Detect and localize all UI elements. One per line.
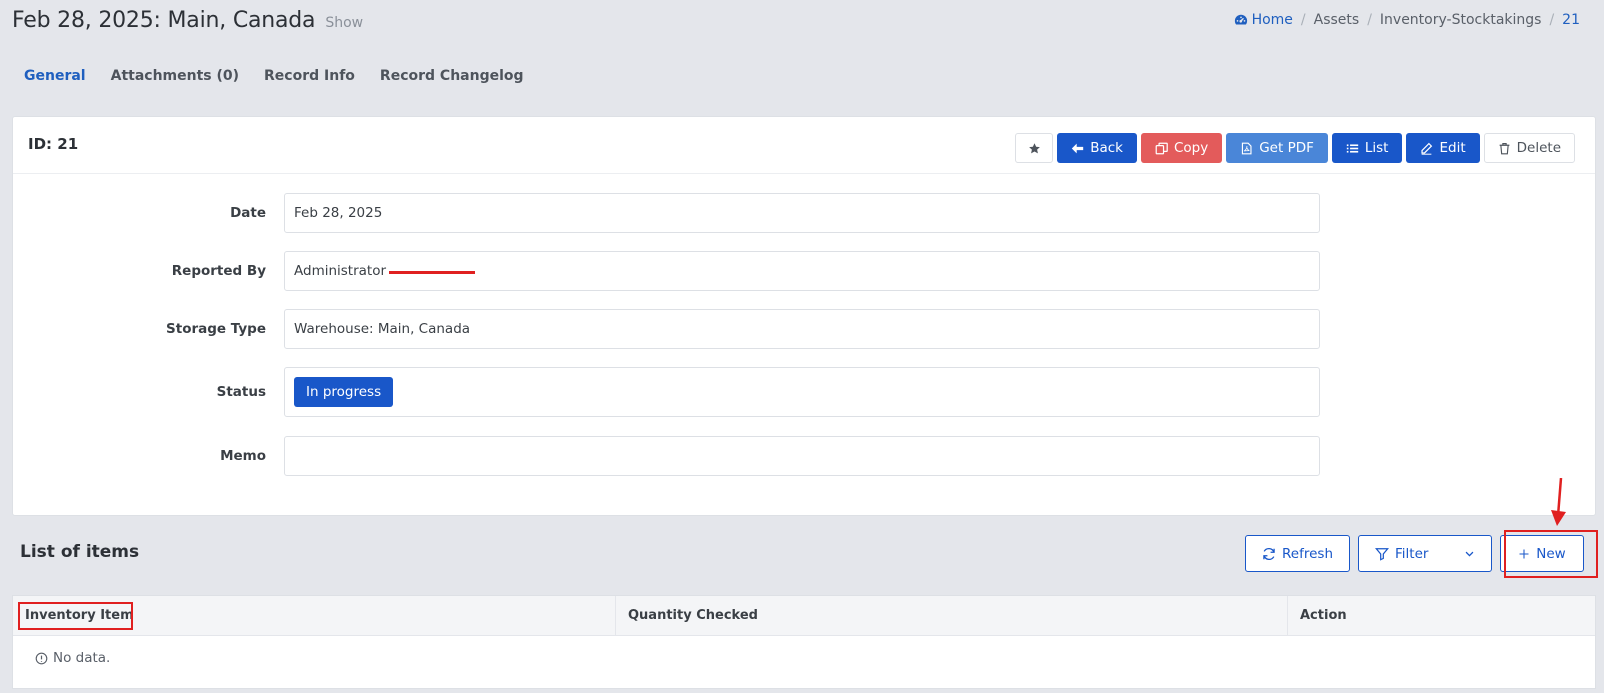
- table-header: Inventory Item Quantity Checked Action: [13, 596, 1595, 636]
- filter-label: Filter: [1395, 545, 1429, 562]
- breadcrumb-separator: /: [1367, 12, 1372, 28]
- form-row-memo: Memo: [13, 436, 1320, 476]
- storage-type-field: Warehouse: Main, Canada: [284, 309, 1320, 349]
- column-action-label: Action: [1300, 608, 1347, 623]
- card-header: ID: 21 Back Copy Get PDF List Edit Delet…: [13, 117, 1595, 174]
- annotation-arrow-icon: [1551, 478, 1566, 526]
- pencil-icon: [1421, 142, 1433, 155]
- filter-icon: [1375, 547, 1389, 561]
- column-inventory-item[interactable]: Inventory Item: [13, 596, 616, 635]
- copy-button[interactable]: Copy: [1140, 133, 1223, 163]
- form-row-storage-type: Storage Type Warehouse: Main, Canada: [13, 309, 1320, 349]
- page-title: Feb 28, 2025: Main, Canada: [12, 8, 316, 33]
- column-quantity-checked[interactable]: Quantity Checked: [616, 596, 1288, 635]
- filter-dropdown[interactable]: Filter: [1358, 535, 1492, 572]
- tab-record-changelog[interactable]: Record Changelog: [380, 68, 524, 84]
- date-value: Feb 28, 2025: [294, 205, 383, 221]
- annotation-highlight-new: [1504, 530, 1598, 578]
- status-field: In progress: [284, 367, 1320, 417]
- edit-button-label: Edit: [1439, 140, 1466, 156]
- column-action: Action: [1288, 596, 1595, 635]
- redaction-mark: [389, 270, 476, 274]
- list-icon: [1346, 143, 1359, 153]
- info-circle-icon: [35, 652, 48, 664]
- breadcrumb-home-label: Home: [1251, 12, 1293, 28]
- tab-bar: General Attachments (0) Record Info Reco…: [24, 68, 524, 84]
- items-table: Inventory Item Quantity Checked Action N…: [12, 595, 1596, 689]
- copy-icon: [1155, 142, 1168, 154]
- get-pdf-button-label: Get PDF: [1259, 140, 1314, 156]
- form-row-reported-by: Reported By Administrator: [13, 251, 1320, 291]
- copy-button-label: Copy: [1173, 140, 1209, 156]
- star-icon: [1028, 142, 1040, 153]
- tab-general[interactable]: General: [24, 68, 86, 84]
- breadcrumb-home[interactable]: Home: [1234, 12, 1293, 28]
- favorite-button[interactable]: [1015, 133, 1054, 163]
- form-row-status: Status In progress: [13, 367, 1320, 417]
- breadcrumb-separator: /: [1300, 12, 1306, 28]
- breadcrumb-inventory-stocktakings[interactable]: Inventory-Stocktakings: [1380, 12, 1542, 28]
- record-id: ID: 21: [28, 135, 79, 153]
- pdf-file-icon: [1242, 142, 1252, 154]
- delete-button-label: Delete: [1516, 140, 1561, 156]
- column-quantity-checked-label: Quantity Checked: [628, 608, 758, 623]
- delete-button[interactable]: Delete: [1483, 133, 1575, 163]
- dashboard-icon: [1234, 14, 1247, 25]
- annotation-highlight-column: [18, 602, 133, 630]
- edit-button[interactable]: Edit: [1406, 133, 1480, 163]
- breadcrumb-separator: /: [1549, 12, 1555, 28]
- memo-label: Memo: [220, 448, 266, 464]
- status-badge: In progress: [294, 377, 394, 407]
- record-card: ID: 21 Back Copy Get PDF List Edit Delet…: [12, 116, 1596, 516]
- page-subtitle: Show: [325, 15, 364, 31]
- date-label: Date: [230, 205, 266, 221]
- arrow-left-icon: [1072, 143, 1084, 153]
- list-button-label: List: [1364, 140, 1389, 156]
- tab-attachments[interactable]: Attachments (0): [111, 68, 239, 84]
- refresh-icon: [1263, 547, 1275, 560]
- empty-state: No data.: [13, 636, 1595, 680]
- list-button[interactable]: List: [1331, 133, 1403, 163]
- breadcrumb-assets[interactable]: Assets: [1314, 12, 1360, 28]
- empty-state-text: No data.: [53, 650, 111, 666]
- breadcrumb-current: 21: [1562, 12, 1580, 28]
- trash-icon: [1499, 142, 1510, 154]
- storage-type-label: Storage Type: [166, 321, 266, 337]
- date-field: Feb 28, 2025: [284, 193, 1320, 233]
- form-row-date: Date Feb 28, 2025: [13, 193, 1320, 233]
- get-pdf-button[interactable]: Get PDF: [1226, 133, 1328, 163]
- tab-record-info[interactable]: Record Info: [264, 68, 355, 84]
- reported-by-value: Administrator: [294, 263, 387, 279]
- status-label: Status: [216, 384, 266, 400]
- breadcrumb: Home / Assets / Inventory-Stocktakings /…: [1234, 12, 1580, 28]
- back-button[interactable]: Back: [1057, 133, 1137, 163]
- chevron-down-icon: [1465, 551, 1474, 557]
- back-button-label: Back: [1090, 140, 1123, 156]
- items-list-title: List of items: [20, 542, 140, 562]
- reported-by-label: Reported By: [171, 263, 266, 279]
- storage-type-value: Warehouse: Main, Canada: [294, 321, 471, 337]
- record-toolbar: Back Copy Get PDF List Edit Delete: [1015, 133, 1575, 163]
- refresh-button-label: Refresh: [1282, 545, 1333, 562]
- memo-field: [284, 436, 1320, 476]
- reported-by-field: Administrator: [284, 251, 1320, 291]
- refresh-button[interactable]: Refresh: [1245, 535, 1350, 572]
- page-header: Feb 28, 2025: Main, Canada Show: [12, 8, 363, 33]
